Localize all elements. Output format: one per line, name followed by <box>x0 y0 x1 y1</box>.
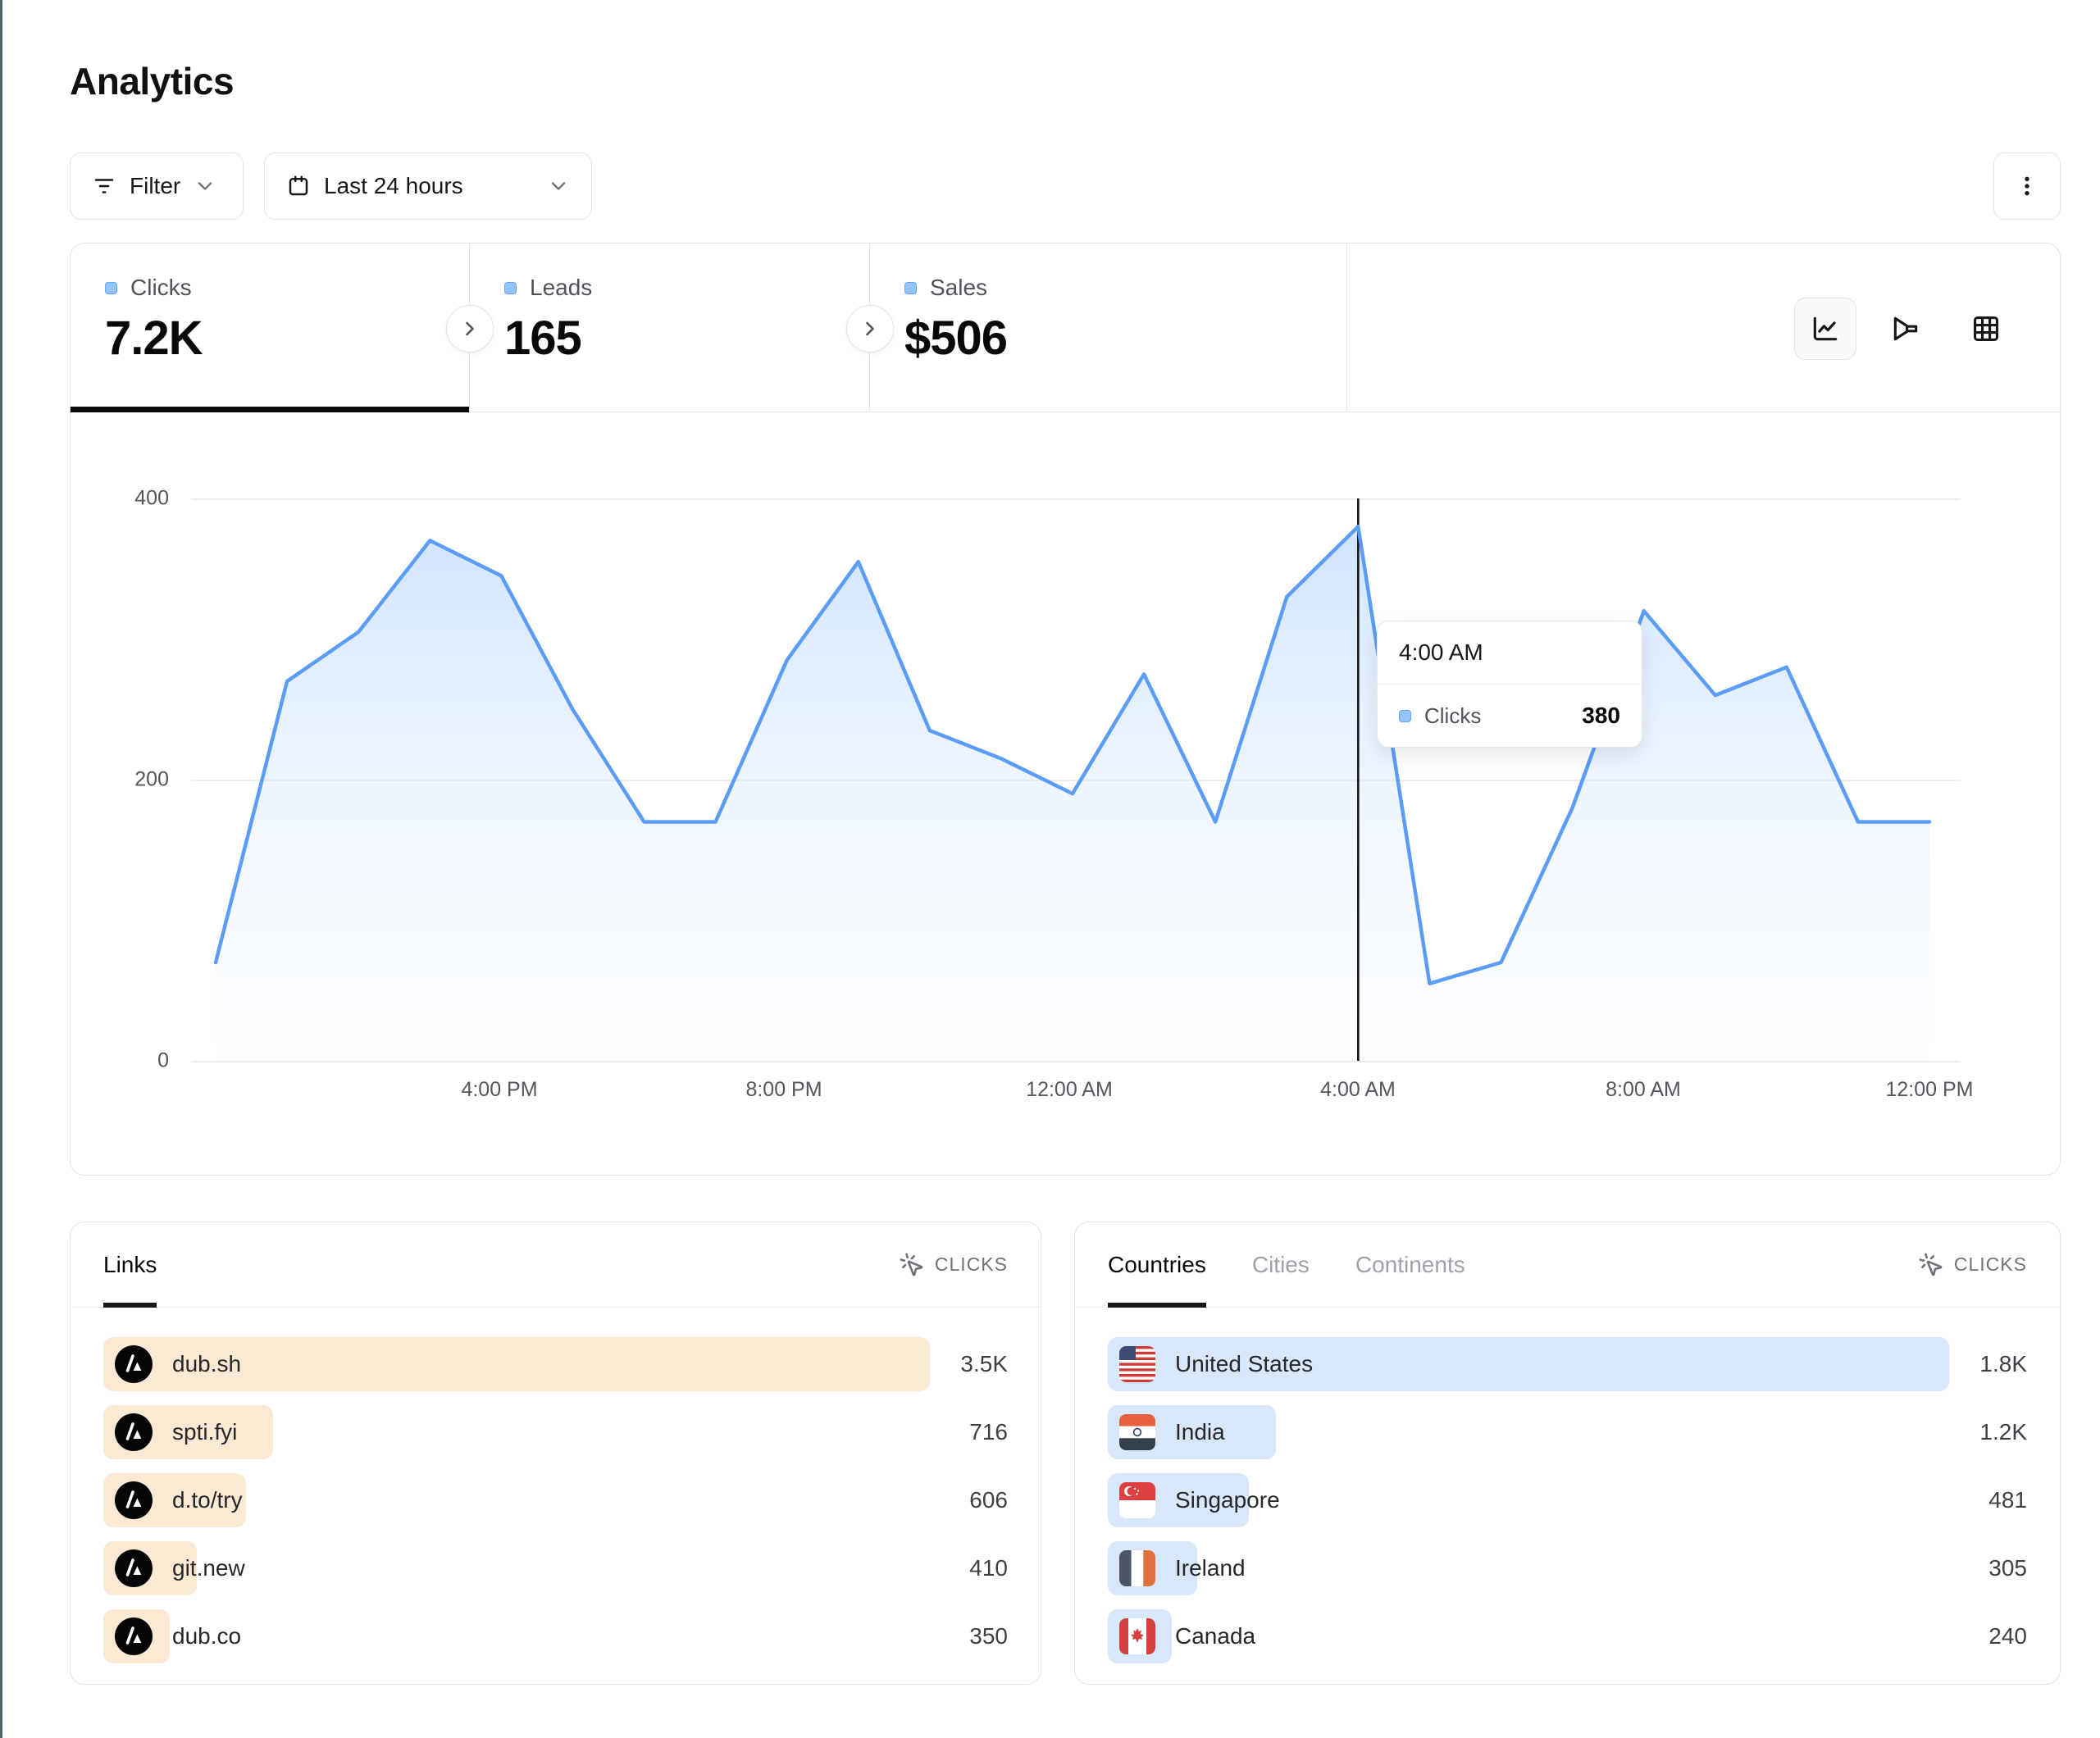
link-clicks: 716 <box>969 1405 1008 1459</box>
country-clicks: 305 <box>1988 1541 2027 1595</box>
tab-cities[interactable]: Cities <box>1252 1222 1310 1307</box>
link-label: spti.fyi <box>172 1419 237 1445</box>
more-options-button[interactable] <box>1993 152 2061 220</box>
countries-metric-selector[interactable]: CLICKS <box>1918 1252 2027 1278</box>
ireland-flag-icon <box>1119 1550 1155 1586</box>
countries-panel: Countries Cities Continents CLICKS Unite… <box>1074 1222 2061 1685</box>
link-label: d.to/try <box>172 1487 243 1513</box>
country-label: Canada <box>1175 1623 1255 1649</box>
tooltip-time: 4:00 AM <box>1378 621 1642 685</box>
x-tick: 8:00 PM <box>718 1078 850 1102</box>
country-label: Singapore <box>1175 1487 1280 1513</box>
country-clicks: 481 <box>1988 1473 2027 1527</box>
link-row[interactable]: d.to/try 606 <box>103 1473 1008 1527</box>
tooltip-value: 380 <box>1582 703 1620 729</box>
tab-label: Continents <box>1355 1252 1465 1278</box>
us-flag-icon <box>1119 1346 1155 1382</box>
india-flag-icon <box>1119 1414 1155 1450</box>
dub-logo-icon <box>115 1345 153 1383</box>
tab-countries[interactable]: Countries <box>1108 1222 1206 1307</box>
country-clicks: 1.8K <box>1979 1337 2027 1391</box>
chart-tooltip: 4:00 AM Clicks 380 <box>1377 621 1642 748</box>
x-tick: 12:00 AM <box>1004 1078 1135 1102</box>
kebab-icon <box>2014 173 2040 199</box>
dub-logo-icon <box>115 1481 153 1519</box>
expand-clicks-button[interactable] <box>446 305 494 353</box>
link-row[interactable]: dub.co 350 <box>103 1609 1008 1663</box>
filter-icon <box>92 174 116 198</box>
link-row[interactable]: spti.fyi 716 <box>103 1405 1008 1459</box>
singapore-flag-icon <box>1119 1482 1155 1518</box>
filter-button[interactable]: Filter <box>70 152 244 220</box>
country-label: Ireland <box>1175 1555 1246 1581</box>
x-tick: 4:00 AM <box>1292 1078 1424 1102</box>
tab-label: Countries <box>1108 1252 1206 1278</box>
link-clicks: 410 <box>969 1541 1008 1595</box>
chevron-right-icon <box>859 317 881 340</box>
link-row[interactable]: git.new 410 <box>103 1541 1008 1595</box>
link-clicks: 3.5K <box>960 1337 1008 1391</box>
country-row[interactable]: Canada 240 <box>1108 1609 2027 1663</box>
window-edge <box>0 0 2 1738</box>
country-row[interactable]: Ireland 305 <box>1108 1541 2027 1595</box>
link-row[interactable]: dub.sh 3.5K <box>103 1337 1008 1391</box>
country-label: India <box>1175 1419 1225 1445</box>
x-tick: 4:00 PM <box>434 1078 565 1102</box>
country-clicks: 1.2K <box>1979 1405 2027 1459</box>
chevron-down-icon <box>547 175 570 198</box>
tab-label: Links <box>103 1252 157 1278</box>
active-tab-underline <box>103 1303 157 1308</box>
expand-leads-button[interactable] <box>846 305 894 353</box>
tooltip-series-label: Clicks <box>1424 703 1569 729</box>
tab-links[interactable]: Links <box>103 1222 157 1307</box>
country-row[interactable]: United States 1.8K <box>1108 1337 2027 1391</box>
active-tab-underline <box>1108 1303 1206 1308</box>
country-row[interactable]: Singapore 481 <box>1108 1473 2027 1527</box>
link-clicks: 606 <box>969 1473 1008 1527</box>
clicks-series-marker <box>1399 710 1411 722</box>
x-tick: 8:00 AM <box>1578 1078 1709 1102</box>
metric-column-label: CLICKS <box>1954 1253 2027 1276</box>
link-label: dub.co <box>172 1623 241 1649</box>
link-label: git.new <box>172 1555 245 1581</box>
country-clicks: 240 <box>1988 1609 2027 1663</box>
tab-continents[interactable]: Continents <box>1355 1222 1465 1307</box>
filter-label: Filter <box>130 173 180 199</box>
dub-logo-icon <box>115 1617 153 1655</box>
cursor-click-icon <box>899 1252 925 1278</box>
link-clicks: 350 <box>969 1609 1008 1663</box>
links-metric-selector[interactable]: CLICKS <box>899 1252 1008 1278</box>
link-label: dub.sh <box>172 1351 241 1377</box>
canada-flag-icon <box>1119 1618 1155 1654</box>
metric-column-label: CLICKS <box>935 1253 1008 1276</box>
analytics-card: Clicks 7.2K Leads 165 Sales $506 <box>70 243 2061 1176</box>
date-range-label: Last 24 hours <box>324 173 463 199</box>
calendar-icon <box>286 174 311 198</box>
country-label: United States <box>1175 1351 1313 1377</box>
chevron-right-icon <box>458 317 481 340</box>
date-range-button[interactable]: Last 24 hours <box>264 152 592 220</box>
page-title: Analytics <box>70 59 234 103</box>
links-panel: Links CLICKS dub.sh 3.5K spti.fyi 716 <box>70 1222 1041 1685</box>
country-row[interactable]: India 1.2K <box>1108 1405 2027 1459</box>
chevron-down-icon <box>194 175 216 198</box>
tab-label: Cities <box>1252 1252 1310 1278</box>
countries-list: United States 1.8K India 1.2K Singapore … <box>1075 1308 2060 1663</box>
x-tick: 12:00 PM <box>1864 1078 1995 1102</box>
clicks-area-chart[interactable] <box>71 243 2061 1176</box>
dub-logo-icon <box>115 1413 153 1451</box>
cursor-click-icon <box>1918 1252 1944 1278</box>
links-list: dub.sh 3.5K spti.fyi 716 d.to/try 606 <box>71 1308 1041 1663</box>
dub-logo-icon <box>115 1549 153 1587</box>
